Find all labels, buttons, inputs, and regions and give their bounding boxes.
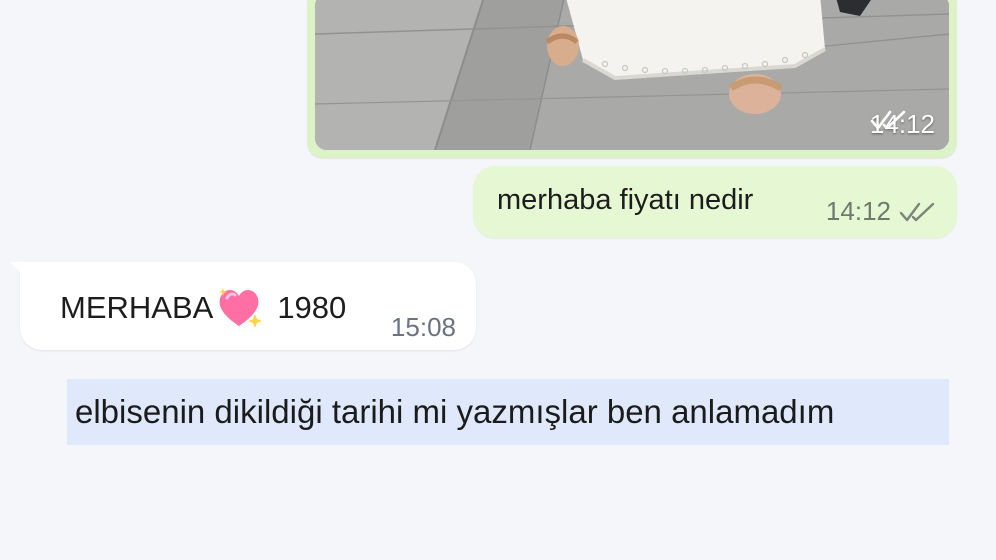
outgoing-image-bubble[interactable]: 14:12 (307, 0, 957, 158)
double-check-icon (870, 110, 906, 130)
incoming-message-text: MERHABA 1980 (60, 286, 346, 330)
incoming-message-price: 1980 (277, 290, 347, 325)
caption-strip: elbisenin dikildiği tarihi mi yazmışlar … (67, 379, 949, 445)
incoming-bubble-tail (10, 262, 24, 276)
chat-area: 14:12 merhaba fiyatı nedir 14:12 MERHABA (0, 0, 996, 560)
incoming-message-timestamp: 15:08 (390, 312, 456, 342)
dress-photo[interactable]: 14:12 (315, 0, 949, 150)
outgoing-time-label: 14:12 (825, 196, 891, 226)
image-timestamp: 14:12 (870, 109, 935, 140)
incoming-message-greeting: MERHABA (60, 290, 214, 325)
photo-illustration (315, 0, 949, 150)
sparkling-heart-icon (219, 288, 263, 328)
incoming-message-bubble[interactable]: MERHABA 1980 15:08 (10, 262, 476, 350)
outgoing-message-timestamp: 14:12 (826, 196, 937, 227)
caption-text: elbisenin dikildiği tarihi mi yazmışlar … (75, 393, 835, 430)
outgoing-message-bubble[interactable]: merhaba fiyatı nedir 14:12 (473, 166, 957, 238)
double-check-icon (899, 202, 935, 221)
outgoing-message-text: merhaba fiyatı nedir (497, 184, 754, 216)
